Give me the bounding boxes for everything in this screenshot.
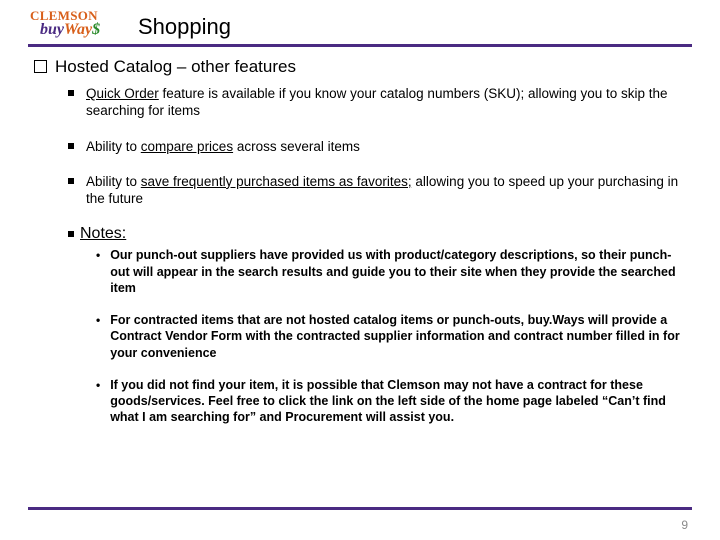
dot-bullet-icon: • bbox=[96, 248, 100, 296]
bullet-underline: compare prices bbox=[141, 139, 233, 154]
logo-way: Way bbox=[64, 21, 92, 38]
logo: CLEMSON buyWay$ bbox=[28, 8, 126, 42]
logo-buyways-text: buyWay$ bbox=[40, 21, 100, 39]
dot-bullet-icon: • bbox=[96, 378, 100, 426]
note-item: • For contracted items that are not host… bbox=[96, 312, 686, 361]
notes-heading: Notes: bbox=[68, 225, 686, 243]
bullet-underline: save frequently purchased items as favor… bbox=[141, 174, 412, 189]
section-heading-text: Hosted Catalog – other features bbox=[55, 57, 296, 77]
checkbox-bullet-icon bbox=[34, 60, 47, 73]
header: CLEMSON buyWay$ Shopping bbox=[28, 8, 692, 42]
bullet-underline: Quick Order bbox=[86, 86, 159, 101]
bullet-pre: Ability to bbox=[86, 174, 141, 189]
bullet-rest: feature is available if you know your ca… bbox=[86, 86, 668, 118]
notes-label: Notes: bbox=[80, 225, 126, 243]
note-text: Our punch-out suppliers have provided us… bbox=[110, 247, 686, 296]
bullet-item: Quick Order feature is available if you … bbox=[68, 85, 686, 120]
page-title: Shopping bbox=[138, 14, 231, 42]
bullet-item: Ability to save frequently purchased ite… bbox=[68, 173, 686, 208]
square-bullet-icon bbox=[68, 143, 74, 149]
logo-dollar: $ bbox=[92, 21, 100, 38]
bullet-rest: across several items bbox=[233, 139, 360, 154]
section-heading: Hosted Catalog – other features bbox=[34, 57, 686, 77]
note-item: • If you did not find your item, it is p… bbox=[96, 377, 686, 426]
note-item: • Our punch-out suppliers have provided … bbox=[96, 247, 686, 296]
footer-divider bbox=[28, 507, 692, 510]
square-bullet-icon bbox=[68, 90, 74, 96]
page-number: 9 bbox=[681, 518, 688, 532]
logo-buy: buy bbox=[40, 21, 64, 38]
bullet-text: Ability to compare prices across several… bbox=[86, 138, 360, 155]
dot-bullet-icon: • bbox=[96, 313, 100, 361]
note-text: For contracted items that are not hosted… bbox=[110, 312, 686, 361]
bullet-text: Quick Order feature is available if you … bbox=[86, 85, 686, 120]
bullet-item: Ability to compare prices across several… bbox=[68, 138, 686, 155]
square-bullet-icon bbox=[68, 231, 74, 237]
note-text: If you did not find your item, it is pos… bbox=[110, 377, 686, 426]
bullet-text: Ability to save frequently purchased ite… bbox=[86, 173, 686, 208]
square-bullet-icon bbox=[68, 178, 74, 184]
bullet-pre: Ability to bbox=[86, 139, 141, 154]
